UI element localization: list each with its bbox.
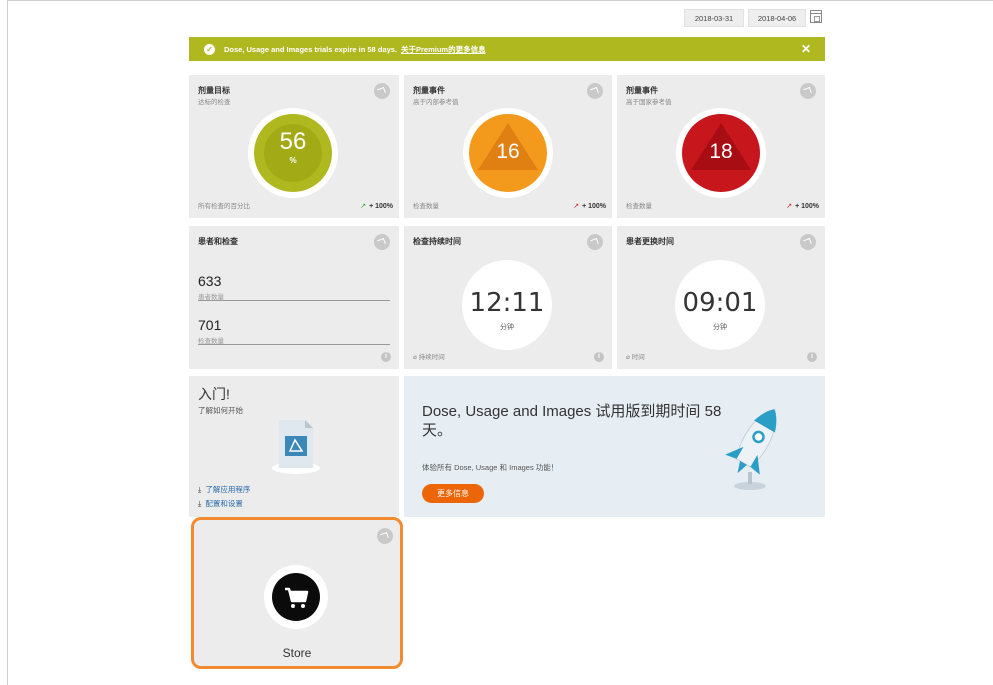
more-info-button[interactable]: 更多信息 (422, 484, 484, 503)
card-subtitle: 达标的检查 (198, 99, 231, 106)
indicator-circle: 16 (463, 108, 553, 198)
close-icon[interactable]: ✕ (801, 42, 811, 56)
divider (198, 300, 390, 301)
share-icon[interactable] (800, 83, 816, 99)
share-icon[interactable] (377, 528, 393, 544)
learn-app-link[interactable]: ⤓ 了解应用程序 (198, 484, 250, 495)
card-title: 患者更换时间 (626, 237, 674, 246)
card-footer: ⌀ 时间 (626, 354, 645, 361)
trial-promo-card: Dose, Usage and Images 试用版到期时间 58 天。 体验所… (404, 376, 825, 517)
promo-title: Dose, Usage and Images 试用版到期时间 58 天。 (422, 403, 722, 439)
exams-count: 701 (198, 317, 222, 333)
info-icon[interactable]: i (381, 352, 391, 362)
card-title: 检查持续时间 (413, 237, 461, 246)
card-title: 剂量事件 (413, 86, 445, 95)
trial-banner: ✓ Dose, Usage and Images trials expire i… (189, 37, 825, 61)
getting-started-title: 入门! (198, 386, 230, 402)
divider (198, 344, 390, 345)
card-footer: 检查数量 (626, 203, 652, 210)
dose-events-local-card[interactable]: 剂量事件 高于内部参考值 16 检查数量 ↗ + 100% (404, 75, 612, 218)
card-footer: 所有检查的百分比 (198, 203, 250, 210)
shopping-cart-icon (285, 587, 309, 608)
duration-value: 12:11 (469, 288, 545, 318)
card-footer: 检查数量 (413, 203, 439, 210)
share-icon[interactable] (587, 83, 603, 99)
card-subtitle: 高于内部参考值 (413, 99, 459, 106)
getting-started-subtitle: 了解如何开始 (198, 406, 243, 415)
getting-started-card: 入门! 了解如何开始 ⤓ 了解应用程序 ⤓ 配置和设置 (189, 376, 399, 517)
patient-change-card[interactable]: 患者更换时间 09:01 分钟 ⌀ 时间 i (617, 226, 825, 369)
exam-duration-card[interactable]: 检查持续时间 12:11 分钟 ⌀ 持续时间 i (404, 226, 612, 369)
pdf-document-icon[interactable] (271, 416, 321, 476)
event-count: 18 (709, 140, 733, 163)
card-subtitle: 高于国家参考值 (626, 99, 672, 106)
dose-events-national-card[interactable]: 剂量事件 高于国家参考值 18 检查数量 ↗ + 100% (617, 75, 825, 218)
patients-count: 633 (198, 273, 222, 289)
share-icon[interactable] (800, 234, 816, 250)
end-date-button[interactable]: 2018-04-06 (748, 9, 806, 27)
dose-target-card[interactable]: 剂量目标 达标的检查 56 % 所有检查的百分比 ↗ + 100% (189, 75, 399, 218)
share-icon[interactable] (587, 234, 603, 250)
store-icon-bg (272, 573, 320, 621)
card-title: 患者和检查 (198, 237, 238, 246)
trend-value: ↗ + 100% (573, 203, 606, 210)
store-icon-circle (264, 565, 328, 629)
download-icon: ⤓ (198, 499, 202, 508)
store-label: Store (282, 646, 312, 660)
change-time-value: 09:01 (682, 288, 758, 318)
start-date-button[interactable]: 2018-03-31 (684, 9, 744, 27)
check-icon: ✓ (204, 43, 215, 55)
card-footer: ⌀ 持续时间 (413, 354, 445, 361)
change-time-unit: 分钟 (713, 324, 727, 331)
trend-up-icon: ↗ (360, 203, 367, 210)
info-icon[interactable]: i (594, 352, 604, 362)
banner-message: Dose, Usage and Images trials expire in … (224, 44, 397, 54)
event-count: 16 (496, 140, 520, 163)
duration-unit: 分钟 (500, 324, 514, 331)
gauge-circle: 56 % (248, 108, 338, 198)
card-title: 剂量目标 (198, 86, 230, 95)
time-circle: 12:11 分钟 (462, 260, 552, 350)
gauge-value: 56 (279, 128, 307, 155)
promo-subtitle: 体验所有 Dose, Usage 和 Images 功能！ (422, 463, 559, 472)
calendar-icon[interactable] (810, 10, 822, 23)
premium-info-link[interactable]: 关于Premium的更多信息 (401, 44, 486, 55)
patients-exams-card[interactable]: 患者和检查 633 患者数量 701 检查数量 i (189, 226, 399, 369)
trend-value: ↗ + 100% (786, 203, 819, 210)
info-icon[interactable]: i (807, 352, 817, 362)
indicator-circle: 18 (676, 108, 766, 198)
share-icon[interactable] (374, 234, 390, 250)
download-icon: ⤓ (198, 485, 202, 494)
store-card[interactable]: Store (191, 517, 403, 669)
trend-up-icon: ↗ (786, 203, 793, 210)
rocket-icon (725, 408, 777, 490)
trend-value: ↗ + 100% (360, 203, 393, 210)
trend-up-icon: ↗ (573, 203, 580, 210)
gauge-unit: % (289, 156, 297, 165)
gauge: 56 % (254, 114, 332, 192)
configuration-link[interactable]: ⤓ 配置和设置 (198, 498, 243, 509)
time-circle: 09:01 分钟 (675, 260, 765, 350)
share-icon[interactable] (374, 83, 390, 99)
card-title: 剂量事件 (626, 86, 658, 95)
